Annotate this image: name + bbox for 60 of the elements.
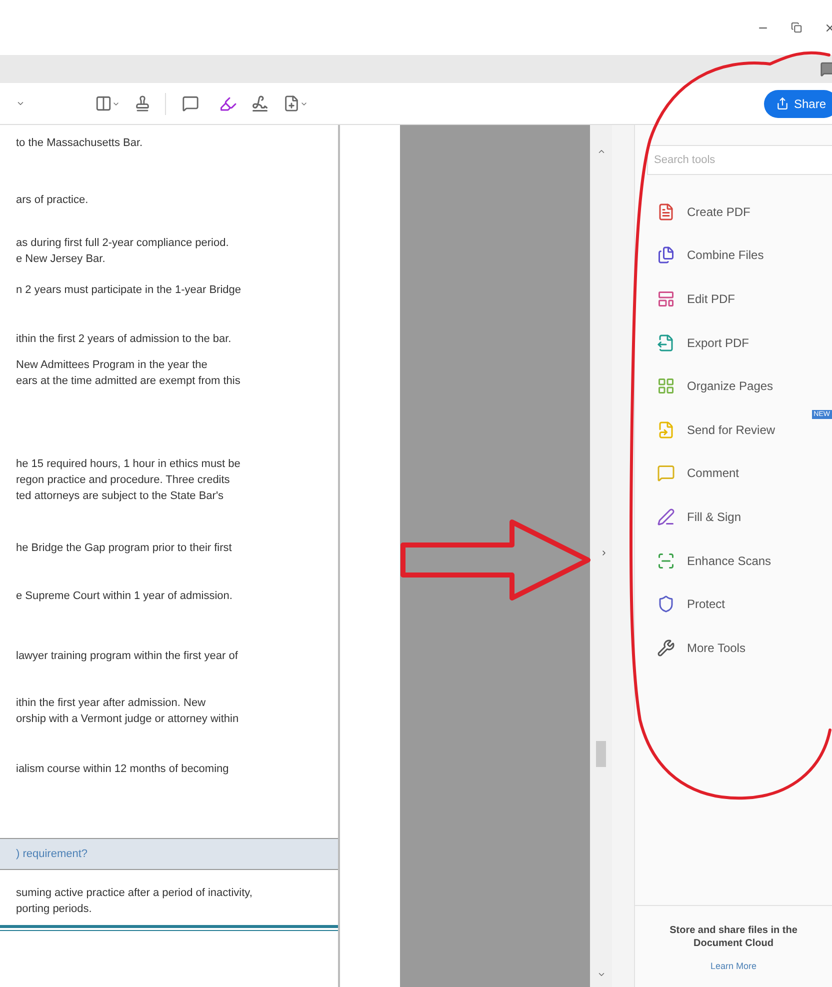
tool-item[interactable]: Fill & Sign	[635, 495, 832, 539]
document-icon	[657, 202, 675, 221]
tool-item[interactable]: Edit PDF	[635, 277, 832, 321]
file-export-icon	[657, 334, 675, 352]
file-arrow-icon	[657, 420, 675, 439]
scroll-down-icon[interactable]	[596, 970, 606, 979]
document-text: to the Massachusetts Bar.	[16, 136, 143, 151]
files-icon	[657, 246, 675, 264]
tool-item[interactable]: Enhance Scans	[635, 538, 832, 582]
signature-icon[interactable]	[251, 94, 269, 112]
document-text: as during first full 2-year compliance period.	[16, 236, 229, 251]
scrollbar[interactable]	[590, 125, 612, 987]
tool-item[interactable]: Create PDF	[635, 190, 832, 234]
comment-icon[interactable]	[820, 61, 832, 77]
document-text: ialism course within 12 months of becoming	[16, 762, 229, 777]
pen-icon	[657, 508, 675, 526]
tool-item[interactable]: Export PDF	[635, 320, 832, 364]
caret-icon[interactable]	[16, 99, 25, 108]
shield-icon	[657, 595, 675, 614]
document-text: lawyer training program within the first year of	[16, 649, 238, 664]
scan-icon	[657, 552, 675, 570]
tool-item[interactable]: Comment	[635, 452, 832, 496]
document-text: porting periods.	[16, 902, 92, 917]
tool-item[interactable]: Combine Files	[635, 234, 832, 278]
document-text: ithin the first 2 years of admission to the bar.	[16, 332, 232, 347]
comment-icon	[657, 464, 675, 482]
tool-item[interactable]: More Tools	[635, 626, 832, 670]
layout-icon	[657, 290, 675, 308]
expand-icon[interactable]	[600, 549, 608, 557]
scroll-thumb[interactable]	[596, 741, 606, 767]
document-text: suming active practice after a period of inactivity,	[16, 886, 252, 901]
stamp-icon[interactable]	[134, 95, 151, 112]
grid-icon	[657, 377, 675, 396]
search-field[interactable]: Search tools	[647, 145, 832, 175]
document-text: he 15 required hours, 1 hour in ethics must be	[16, 457, 240, 472]
document-text: ithin the first year after admission. New	[16, 696, 206, 711]
document-text: he Bridge the Gap program prior to their first	[16, 541, 232, 556]
tool-item[interactable]: Organize Pages	[635, 364, 832, 408]
comment-icon[interactable]	[182, 95, 199, 112]
document-text: ars of practice.	[16, 193, 88, 208]
document-text: n 2 years must participate in the 1-year Bridge	[16, 283, 242, 298]
document-text: e New Jersey Bar.	[16, 252, 106, 267]
document-text: orship with a Vermont judge or attorney within	[16, 712, 239, 727]
section-header: ) requirement?	[0, 838, 338, 870]
share-button[interactable]: Share	[764, 90, 832, 118]
document-text: ears at the time admitted are exempt from this	[16, 374, 240, 389]
restore-icon[interactable]	[791, 22, 802, 33]
tool-item[interactable]: Protect	[635, 582, 832, 626]
highlighter-icon[interactable]	[219, 94, 237, 112]
document-text: e Supreme Court within 1 year of admission.	[16, 589, 232, 604]
document-text: ted attorneys are subject to the State Bar's	[16, 489, 224, 504]
file-add-icon[interactable]	[283, 95, 300, 112]
document-text: regon practice and procedure. Three credits	[16, 473, 230, 488]
scroll-up-icon[interactable]	[596, 147, 606, 156]
columns-icon[interactable]	[95, 95, 112, 112]
document-text: New Admittees Program in the year the	[16, 358, 208, 373]
footer-text: Store and share files in the Document Cloud	[668, 924, 798, 950]
learn-more-link[interactable]: Learn More	[710, 960, 757, 973]
share-icon	[776, 97, 789, 110]
wrench-icon	[657, 638, 675, 657]
